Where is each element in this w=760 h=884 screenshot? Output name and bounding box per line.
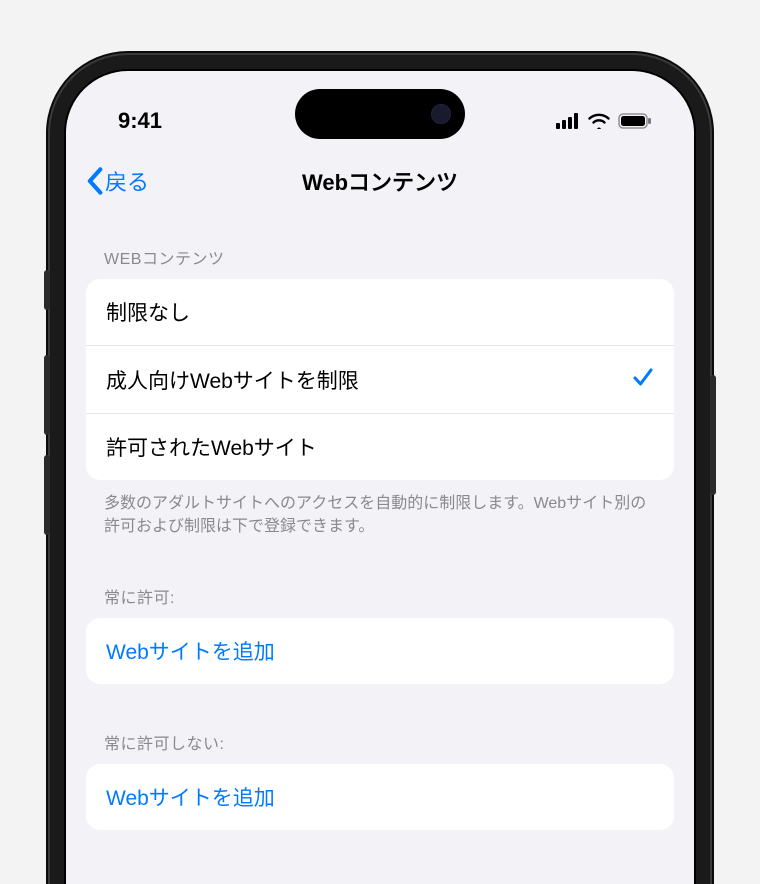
- option-label: 許可されたWebサイト: [106, 432, 317, 462]
- wifi-icon: [588, 113, 610, 129]
- option-allowed-only[interactable]: 許可されたWebサイト: [86, 414, 674, 480]
- never-allow-group: Webサイトを追加: [86, 764, 674, 830]
- phone-screen: 9:41: [64, 69, 696, 884]
- back-button[interactable]: 戻る: [86, 165, 149, 197]
- volume-down-button: [44, 455, 50, 535]
- section-header-always-allow: 常に許可:: [86, 574, 674, 618]
- front-camera: [431, 104, 451, 124]
- add-website-label: Webサイトを追加: [106, 782, 275, 812]
- option-limit-adult[interactable]: 成人向けWebサイトを制限: [86, 346, 674, 414]
- section-header-web-content: WEBコンテンツ: [86, 235, 674, 279]
- add-website-label: Webサイトを追加: [106, 636, 275, 666]
- section-footer-web-content: 多数のアダルトサイトへのアクセスを自動的に制限します。Webサイト別の許可および…: [86, 480, 674, 538]
- back-label: 戻る: [105, 165, 149, 197]
- power-button: [710, 375, 716, 495]
- option-label: 制限なし: [106, 297, 190, 327]
- navigation-bar: 戻る Webコンテンツ: [66, 143, 694, 215]
- checkmark-icon: [632, 364, 654, 395]
- phone-frame: 9:41: [50, 55, 710, 884]
- side-button: [44, 270, 50, 310]
- dynamic-island: [295, 89, 465, 139]
- battery-icon: [618, 113, 652, 129]
- volume-up-button: [44, 355, 50, 435]
- option-unrestricted[interactable]: 制限なし: [86, 279, 674, 346]
- web-content-options-group: 制限なし 成人向けWebサイトを制限 許可されたWebサイト: [86, 279, 674, 480]
- page-title: Webコンテンツ: [302, 165, 458, 197]
- status-time: 9:41: [118, 108, 162, 134]
- section-header-never-allow: 常に許可しない:: [86, 720, 674, 764]
- add-allowed-website-button[interactable]: Webサイトを追加: [86, 618, 674, 684]
- cellular-icon: [556, 113, 580, 129]
- add-blocked-website-button[interactable]: Webサイトを追加: [86, 764, 674, 830]
- option-label: 成人向けWebサイトを制限: [106, 365, 359, 395]
- always-allow-group: Webサイトを追加: [86, 618, 674, 684]
- chevron-left-icon: [86, 167, 103, 195]
